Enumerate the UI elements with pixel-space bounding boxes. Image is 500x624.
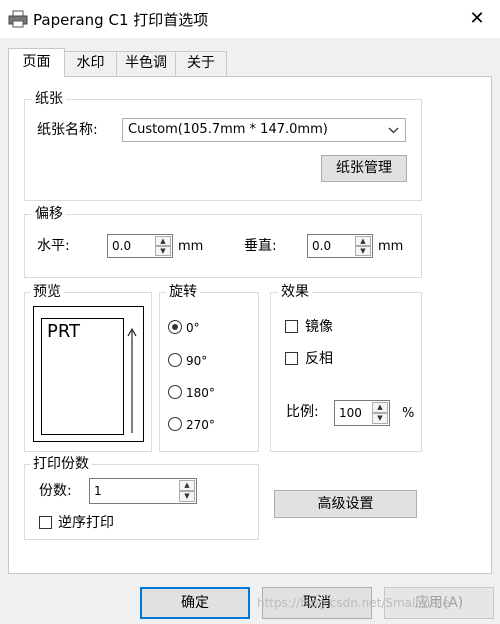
paper-name-label: 纸张名称: <box>37 122 98 138</box>
mirror-label: 镜像 <box>305 319 333 335</box>
rotation-270-label: 270° <box>186 418 215 432</box>
paper-group-label: 纸张 <box>32 90 66 108</box>
scale-stepper[interactable]: 100 ▲ ▼ <box>334 400 390 426</box>
scale-unit: % <box>402 406 415 421</box>
tab-halftone[interactable]: 半色调 <box>116 51 176 76</box>
effects-group <box>270 292 422 452</box>
vertical-stepper[interactable]: 0.0 ▲ ▼ <box>307 234 373 258</box>
vertical-up-button[interactable]: ▲ <box>355 236 371 246</box>
radio-icon <box>168 320 182 334</box>
reverse-order-label: 逆序打印 <box>58 515 114 531</box>
close-icon[interactable]: ✕ <box>462 4 492 34</box>
checkbox-icon <box>285 352 298 365</box>
rotation-0-radio[interactable]: 0° <box>168 319 248 337</box>
radio-icon <box>168 385 182 399</box>
radio-icon <box>168 353 182 367</box>
advanced-settings-button[interactable]: 高级设置 <box>274 490 417 518</box>
radio-icon <box>168 417 182 431</box>
rotation-270-radio[interactable]: 270° <box>168 416 248 434</box>
vertical-value: 0.0 <box>312 239 332 253</box>
copies-stepper[interactable]: 1 ▲ ▼ <box>89 478 197 504</box>
preview-sample-text: PRT <box>47 321 81 342</box>
rotation-90-radio[interactable]: 90° <box>168 352 248 370</box>
rotation-group-label: 旋转 <box>166 283 200 301</box>
ok-button[interactable]: 确定 <box>140 587 250 619</box>
title-bar: Paperang C1 打印首选项 ✕ <box>0 0 500 38</box>
orientation-arrow-icon <box>127 327 137 433</box>
scale-value: 100 <box>339 406 362 420</box>
mirror-checkbox[interactable]: 镜像 <box>285 318 365 336</box>
preview-page: PRT <box>41 318 124 435</box>
copies-group-label: 打印份数 <box>30 455 92 473</box>
reverse-order-checkbox[interactable]: 逆序打印 <box>39 514 139 532</box>
paper-group <box>24 99 422 201</box>
scale-up-button[interactable]: ▲ <box>372 402 388 413</box>
copies-value: 1 <box>94 484 102 498</box>
preview-canvas: PRT <box>33 306 144 442</box>
invert-label: 反相 <box>305 351 333 367</box>
invert-checkbox[interactable]: 反相 <box>285 350 365 368</box>
paper-name-select[interactable]: Custom(105.7mm * 147.0mm) <box>122 118 406 142</box>
tab-watermark[interactable]: 水印 <box>64 51 117 76</box>
paper-name-value: Custom(105.7mm * 147.0mm) <box>128 122 328 137</box>
horizontal-value: 0.0 <box>112 239 132 253</box>
rotation-0-label: 0° <box>186 321 200 335</box>
vertical-down-button[interactable]: ▼ <box>355 246 371 256</box>
horizontal-down-button[interactable]: ▼ <box>155 246 171 256</box>
rotation-180-label: 180° <box>186 386 215 400</box>
copies-down-button[interactable]: ▼ <box>179 491 195 502</box>
window-title: Paperang C1 打印首选项 <box>33 11 209 29</box>
horizontal-stepper[interactable]: 0.0 ▲ ▼ <box>107 234 173 258</box>
chevron-down-icon <box>388 127 399 134</box>
horizontal-up-button[interactable]: ▲ <box>155 236 171 246</box>
rotation-90-label: 90° <box>186 354 208 368</box>
preview-group-label: 预览 <box>30 283 64 301</box>
vertical-label: 垂直: <box>244 238 277 254</box>
horizontal-unit: mm <box>178 239 204 254</box>
effects-group-label: 效果 <box>278 283 312 301</box>
copies-up-button[interactable]: ▲ <box>179 480 195 491</box>
offset-group-label: 偏移 <box>32 205 66 223</box>
copies-label: 份数: <box>39 483 72 499</box>
tab-about[interactable]: 关于 <box>175 51 227 76</box>
scale-down-button[interactable]: ▼ <box>372 413 388 424</box>
scale-label: 比例: <box>286 404 319 420</box>
rotation-180-radio[interactable]: 180° <box>168 384 248 402</box>
printer-icon <box>8 10 28 28</box>
vertical-unit: mm <box>378 239 404 254</box>
tab-page[interactable]: 页面 <box>8 48 65 77</box>
watermark-text: https://blog.csdn.net/SmallAitee <box>257 596 450 610</box>
paper-manage-button[interactable]: 纸张管理 <box>321 155 407 182</box>
horizontal-label: 水平: <box>37 238 70 254</box>
checkbox-icon <box>285 320 298 333</box>
checkbox-icon <box>39 516 52 529</box>
